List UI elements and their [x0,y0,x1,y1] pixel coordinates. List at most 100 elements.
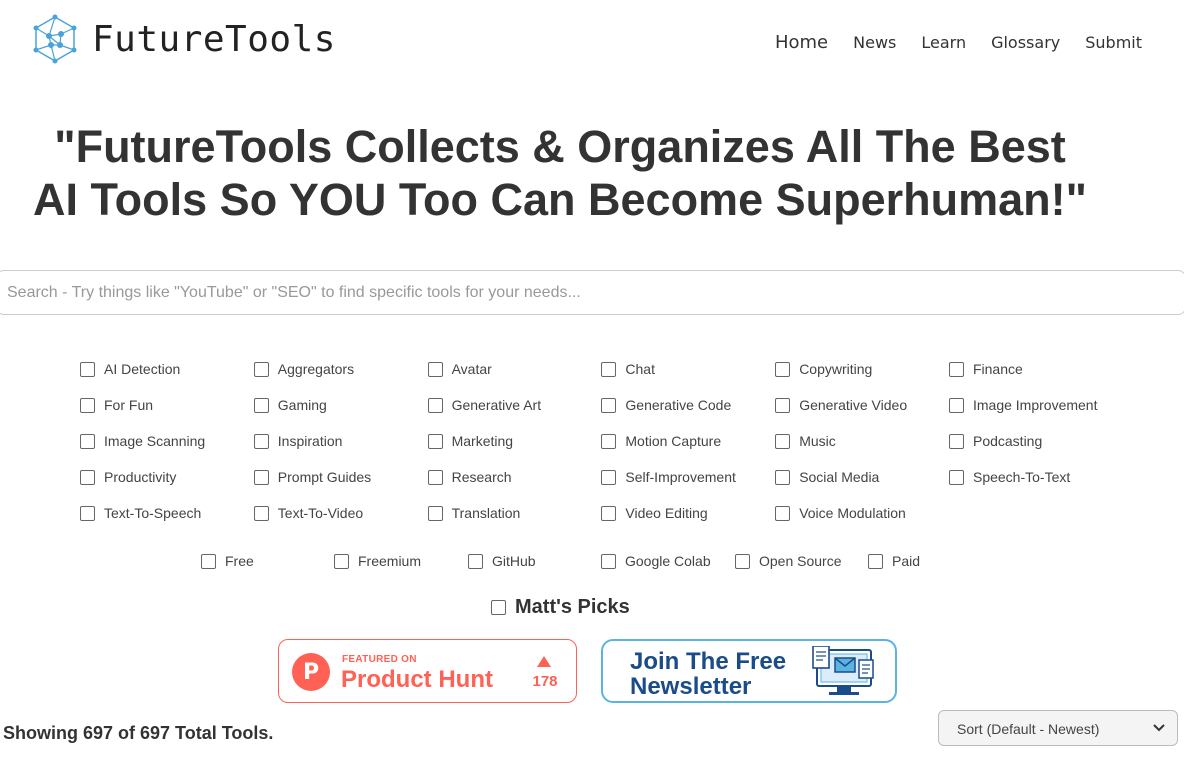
category-checkbox[interactable]: Image Improvement [948,387,1123,423]
category-checkbox[interactable]: Podcasting [948,423,1123,459]
logo[interactable]: FutureTools [30,14,336,64]
checkbox-box[interactable] [601,505,617,521]
category-checkbox[interactable]: Avatar [427,351,602,387]
checkbox-label: Translation [451,505,521,521]
checkbox-label: Avatar [451,361,492,377]
category-checkbox[interactable]: AI Detection [80,351,254,387]
checkbox-box[interactable] [253,397,269,413]
category-checkbox[interactable]: Prompt Guides [253,459,428,495]
checkbox-box[interactable] [427,361,443,377]
category-checkbox[interactable]: Image Scanning [80,423,254,459]
checkbox-label: AI Detection [104,361,181,377]
checkbox-label: Generative Video [799,397,908,413]
checkbox-box[interactable] [253,469,269,485]
category-checkbox[interactable]: Inspiration [253,423,428,459]
category-checkbox[interactable]: Generative Code [601,387,775,423]
nav-news[interactable]: News [853,33,896,53]
category-checkbox[interactable]: Speech-To-Text [948,459,1123,495]
checkbox-box[interactable] [775,397,791,413]
category-checkbox[interactable]: Chat [601,351,775,387]
checkbox-box[interactable] [427,433,443,449]
category-checkbox[interactable]: Finance [948,351,1123,387]
matts-picks-checkbox[interactable]: Matt's Picks [491,596,630,619]
checkbox-label: For Fun [104,397,154,413]
product-hunt-logo-icon: P [292,653,330,691]
checkbox-box[interactable] [80,469,95,485]
checkbox-box[interactable] [601,433,617,449]
checkbox-box[interactable] [253,361,269,377]
checkbox-box[interactable] [601,361,617,377]
sort-select[interactable]: Sort (Default - Newest) [938,710,1178,746]
checkbox-label: Free [225,553,254,569]
checkbox-box[interactable] [601,469,617,485]
category-checkbox[interactable]: Music [775,423,949,459]
pricing-checkbox-freemium[interactable]: Freemium [334,549,421,573]
category-checkbox[interactable]: Gaming [253,387,428,423]
checkbox-label: Generative Code [625,397,732,413]
category-checkbox[interactable]: Productivity [80,459,254,495]
newsletter-line-1: Join The Free [630,648,787,675]
category-checkbox[interactable]: Text-To-Speech [80,495,254,531]
checkbox-box[interactable] [948,397,964,413]
hero-line-1: "FutureTools Collects & Organizes All Th… [54,121,1066,172]
checkbox-box[interactable] [427,397,443,413]
pricing-filters: Free Freemium GitHub Google Colab Open S… [0,549,1184,573]
category-checkbox[interactable]: Voice Modulation [775,495,949,531]
checkbox-box[interactable] [775,469,791,485]
upvote-count: 178 [532,673,558,690]
checkbox-box[interactable] [80,505,95,521]
category-checkbox[interactable]: For Fun [80,387,254,423]
category-checkbox[interactable]: Marketing [427,423,602,459]
category-checkbox[interactable]: Video Editing [601,495,775,531]
pricing-checkbox-google-colab[interactable]: Google Colab [601,549,711,573]
checkbox-box[interactable] [253,505,269,521]
product-hunt-badge[interactable]: P FEATURED ON Product Hunt 178 [278,639,577,703]
category-checkbox[interactable]: Generative Art [427,387,602,423]
pricing-checkbox-open-source[interactable]: Open Source [735,549,842,573]
checkbox-box[interactable] [80,433,95,449]
checkbox-box[interactable] [868,553,883,569]
checkbox-label: Voice Modulation [799,505,906,521]
product-hunt-name: Product Hunt [341,666,493,693]
checkbox-box[interactable] [601,397,617,413]
checkbox-box[interactable] [948,361,964,377]
pricing-checkbox-free[interactable]: Free [201,549,254,573]
checkbox-box[interactable] [775,361,791,377]
category-checkbox[interactable]: Generative Video [775,387,949,423]
checkbox-box[interactable] [468,553,483,569]
category-checkbox[interactable]: Text-To-Video [253,495,428,531]
nav-glossary[interactable]: Glossary [991,33,1060,53]
nav-learn[interactable]: Learn [921,33,966,53]
checkbox-box[interactable] [80,361,95,377]
checkbox-box[interactable] [948,433,964,449]
checkbox-box[interactable] [491,600,506,615]
checkbox-box[interactable] [735,553,750,569]
checkbox-box[interactable] [775,433,791,449]
checkbox-box[interactable] [334,553,349,569]
pricing-checkbox-github[interactable]: GitHub [468,549,536,573]
category-checkbox[interactable]: Aggregators [253,351,428,387]
category-checkbox[interactable]: Translation [427,495,602,531]
checkbox-box[interactable] [201,553,216,569]
sort-selected-value: Sort (Default - Newest) [957,721,1100,737]
newsletter-button[interactable]: Join The Free Newsletter [601,639,897,703]
checkbox-box[interactable] [775,505,791,521]
checkbox-box[interactable] [601,553,616,569]
category-checkbox[interactable]: Self-Improvement [601,459,775,495]
search-input[interactable] [0,270,1184,315]
category-checkbox[interactable]: Social Media [775,459,949,495]
pricing-checkbox-paid[interactable]: Paid [868,549,920,573]
checkbox-label: Prompt Guides [277,469,372,485]
category-checkbox[interactable]: Research [427,459,602,495]
product-hunt-featured-label: FEATURED ON [342,654,417,665]
checkbox-label: Text-To-Video [277,505,364,521]
checkbox-box[interactable] [253,433,269,449]
checkbox-box[interactable] [427,469,443,485]
checkbox-box[interactable] [948,469,964,485]
checkbox-box[interactable] [80,397,95,413]
category-checkbox[interactable]: Motion Capture [601,423,775,459]
category-checkbox[interactable]: Copywriting [775,351,949,387]
checkbox-box[interactable] [427,505,443,521]
nav-home[interactable]: Home [775,32,828,53]
nav-submit[interactable]: Submit [1085,33,1142,53]
